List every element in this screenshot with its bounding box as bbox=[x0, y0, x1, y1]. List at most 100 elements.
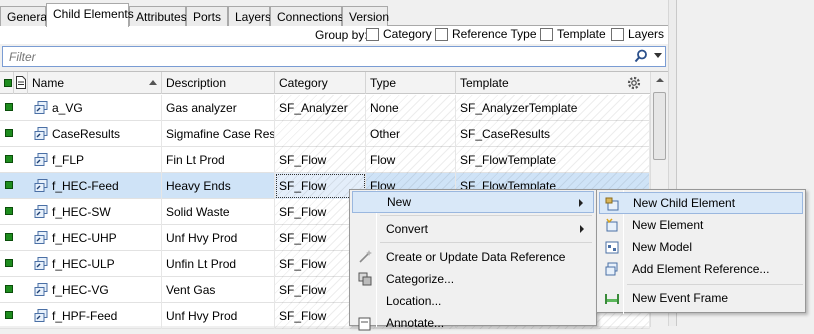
menu-item-categorize[interactable]: Categorize... bbox=[352, 268, 594, 290]
submenu-add-element-reference-label: Add Element Reference... bbox=[632, 262, 770, 276]
scroll-thumb[interactable] bbox=[653, 92, 666, 160]
cell-name[interactable]: f_HPF-Feed bbox=[28, 303, 162, 329]
tab-attributes[interactable]: Attributes bbox=[129, 6, 187, 26]
cell-description[interactable]: Unfin Lt Prod bbox=[162, 251, 275, 277]
tab-version[interactable]: Version bbox=[342, 6, 389, 26]
scroll-up-icon[interactable] bbox=[656, 78, 664, 82]
menu-item-convert[interactable]: Convert bbox=[352, 218, 594, 240]
group-by-layers[interactable]: Layers bbox=[611, 27, 664, 41]
category-checkbox[interactable] bbox=[366, 27, 379, 41]
new-submenu: New Child Element New Element New Model … bbox=[596, 189, 806, 314]
new-child-element-icon bbox=[605, 197, 619, 211]
add-element-reference-icon bbox=[605, 262, 618, 276]
cell-name[interactable]: f_HEC-SW bbox=[28, 199, 162, 225]
cell-template[interactable]: SF_FlowTemplate bbox=[456, 147, 650, 173]
filter-box bbox=[2, 46, 666, 67]
layers-label: Layers bbox=[628, 27, 665, 41]
context-menu: New Convert Create or Update Data Refere… bbox=[349, 189, 597, 331]
submenu-new-element[interactable]: New Element bbox=[599, 214, 803, 236]
cell-name[interactable]: f_FLP bbox=[28, 147, 162, 173]
status-icon bbox=[5, 155, 13, 163]
group-by-template[interactable]: Template bbox=[540, 27, 606, 41]
template-column-header[interactable]: Template bbox=[456, 72, 650, 94]
submenu-arrow-icon bbox=[579, 199, 583, 207]
reference-type-checkbox[interactable] bbox=[435, 27, 448, 41]
cell-name[interactable]: f_HEC-UHP bbox=[28, 225, 162, 251]
tab-connections[interactable]: Connections bbox=[270, 6, 344, 26]
status-column-header[interactable] bbox=[0, 72, 14, 94]
doc-column-header[interactable] bbox=[14, 72, 28, 94]
status-icon bbox=[5, 311, 13, 319]
tab-child-elements[interactable]: Child Elements bbox=[46, 3, 134, 27]
name-column-header[interactable]: Name bbox=[28, 72, 162, 94]
template-label: Template bbox=[557, 27, 606, 41]
cell-name[interactable]: CaseResults bbox=[28, 121, 162, 147]
cell-category[interactable] bbox=[275, 121, 366, 147]
cell-category[interactable]: SF_Analyzer bbox=[275, 95, 366, 121]
search-icon[interactable] bbox=[634, 49, 648, 63]
gear-icon[interactable] bbox=[626, 75, 642, 91]
tab-general[interactable]: General bbox=[0, 6, 50, 26]
name-header-label: Name bbox=[32, 76, 65, 90]
cell-description[interactable]: Gas analyzer bbox=[162, 95, 275, 121]
wand-icon bbox=[359, 250, 372, 263]
cell-name[interactable]: f_HEC-VG bbox=[28, 277, 162, 303]
categorize-icon bbox=[358, 272, 372, 286]
cell-description[interactable]: Heavy Ends bbox=[162, 173, 275, 199]
submenu-add-element-reference[interactable]: Add Element Reference... bbox=[599, 258, 803, 280]
filter-dropdown-icon[interactable] bbox=[654, 53, 662, 58]
status-icon bbox=[5, 285, 13, 293]
group-by-reference-type[interactable]: Reference Type bbox=[435, 27, 537, 41]
status-icon bbox=[5, 207, 13, 215]
cell-description[interactable]: Vent Gas bbox=[162, 277, 275, 303]
cell-template[interactable]: SF_CaseResults bbox=[456, 121, 650, 147]
submenu-new-event-frame-label: New Event Frame bbox=[632, 291, 729, 305]
table-row[interactable]: f_FLP Fin Lt Prod SF_Flow Flow SF_FlowTempla… bbox=[0, 147, 650, 173]
table-row[interactable]: CaseResults Sigmafine Case Res... Other SF_… bbox=[0, 121, 650, 147]
cell-description[interactable]: Sigmafine Case Res... bbox=[162, 121, 275, 147]
tab-layers[interactable]: Layers bbox=[228, 6, 271, 26]
reference-type-label: Reference Type bbox=[452, 27, 537, 41]
submenu-new-event-frame[interactable]: New Event Frame bbox=[599, 287, 803, 309]
status-icon bbox=[5, 259, 13, 267]
cell-type[interactable]: Flow bbox=[366, 147, 456, 173]
new-model-icon bbox=[605, 241, 619, 254]
document-icon bbox=[16, 76, 26, 89]
status-icon bbox=[5, 233, 13, 241]
submenu-new-child-element[interactable]: New Child Element bbox=[599, 192, 803, 214]
description-column-header[interactable]: Description bbox=[162, 72, 275, 94]
template-checkbox[interactable] bbox=[540, 27, 553, 41]
category-column-header[interactable]: Category bbox=[275, 72, 366, 94]
annotate-icon bbox=[358, 317, 371, 331]
menu-item-annotate[interactable]: Annotate... bbox=[352, 312, 594, 334]
cell-description[interactable]: Solid Waste bbox=[162, 199, 275, 225]
cell-name[interactable]: a_VG bbox=[28, 95, 162, 121]
tab-ports[interactable]: Ports bbox=[186, 6, 228, 26]
table-row[interactable]: a_VG Gas analyzer SF_Analyzer None SF_Analyz… bbox=[0, 95, 650, 121]
cell-name[interactable]: f_HEC-ULP bbox=[28, 251, 162, 277]
menu-item-create-update-label: Create or Update Data Reference bbox=[386, 250, 566, 264]
cell-template[interactable]: SF_AnalyzerTemplate bbox=[456, 95, 650, 121]
menu-item-new[interactable]: New bbox=[352, 191, 594, 213]
menu-item-location-label: Location... bbox=[386, 294, 442, 308]
cell-name[interactable]: f_HEC-Feed bbox=[28, 173, 162, 199]
cell-type[interactable]: Other bbox=[366, 121, 456, 147]
layers-checkbox[interactable] bbox=[611, 27, 624, 41]
submenu-arrow-icon bbox=[580, 225, 584, 233]
cell-type[interactable]: None bbox=[366, 95, 456, 121]
menu-item-new-label: New bbox=[387, 195, 412, 209]
menu-item-location[interactable]: Location... bbox=[352, 290, 594, 312]
submenu-new-model[interactable]: New Model bbox=[599, 236, 803, 258]
cell-description[interactable]: Unf Hvy Prod bbox=[162, 225, 275, 251]
cell-category[interactable]: SF_Flow bbox=[275, 147, 366, 173]
group-by-category[interactable]: Category bbox=[366, 27, 432, 41]
submenu-new-element-label: New Element bbox=[632, 218, 704, 232]
filter-input[interactable] bbox=[7, 49, 607, 65]
submenu-new-child-element-label: New Child Element bbox=[633, 196, 736, 210]
status-icon bbox=[5, 181, 13, 189]
type-column-header[interactable]: Type bbox=[366, 72, 456, 94]
menu-item-convert-label: Convert bbox=[386, 222, 429, 236]
cell-description[interactable]: Fin Lt Prod bbox=[162, 147, 275, 173]
cell-description[interactable]: Unf Hvy Prod bbox=[162, 303, 275, 329]
menu-item-create-update-data-reference[interactable]: Create or Update Data Reference bbox=[352, 246, 594, 268]
